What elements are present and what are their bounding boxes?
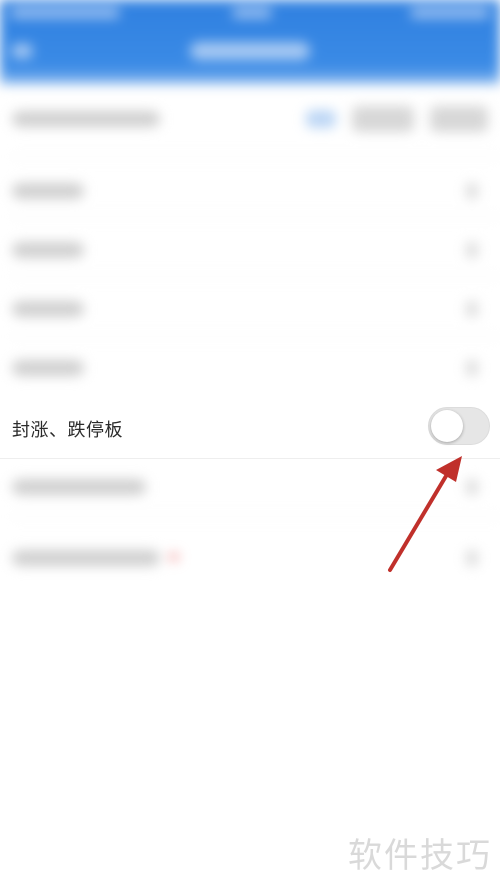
page-title bbox=[190, 42, 310, 60]
list-item[interactable] bbox=[12, 360, 84, 376]
settings-screen: 封涨、跌停板 软件技巧 bbox=[0, 0, 500, 889]
setting-label: 封涨、跌停板 bbox=[12, 420, 123, 441]
list-item[interactable] bbox=[12, 183, 84, 199]
watermark-text: 软件技巧 bbox=[348, 836, 492, 876]
chevron-right-icon bbox=[466, 479, 478, 495]
chevron-right-icon bbox=[466, 183, 478, 199]
toggle-knob[interactable] bbox=[431, 410, 463, 442]
list-item[interactable] bbox=[12, 301, 84, 317]
app-header bbox=[0, 0, 500, 84]
notification-dot bbox=[170, 553, 178, 561]
list-item[interactable] bbox=[12, 550, 160, 566]
option-button[interactable] bbox=[352, 106, 414, 132]
limit-board-toggle[interactable] bbox=[428, 407, 490, 445]
chevron-right-icon bbox=[466, 301, 478, 317]
option-button[interactable] bbox=[430, 106, 488, 132]
setting-row-limit-board[interactable]: 封涨、跌停板 bbox=[0, 398, 500, 459]
list-item[interactable] bbox=[12, 479, 146, 495]
chevron-right-icon bbox=[466, 360, 478, 376]
back-icon[interactable] bbox=[12, 44, 32, 58]
chevron-right-icon bbox=[466, 550, 478, 566]
list-item bbox=[12, 111, 160, 127]
chevron-right-icon bbox=[466, 242, 478, 258]
list-item[interactable] bbox=[12, 242, 84, 258]
